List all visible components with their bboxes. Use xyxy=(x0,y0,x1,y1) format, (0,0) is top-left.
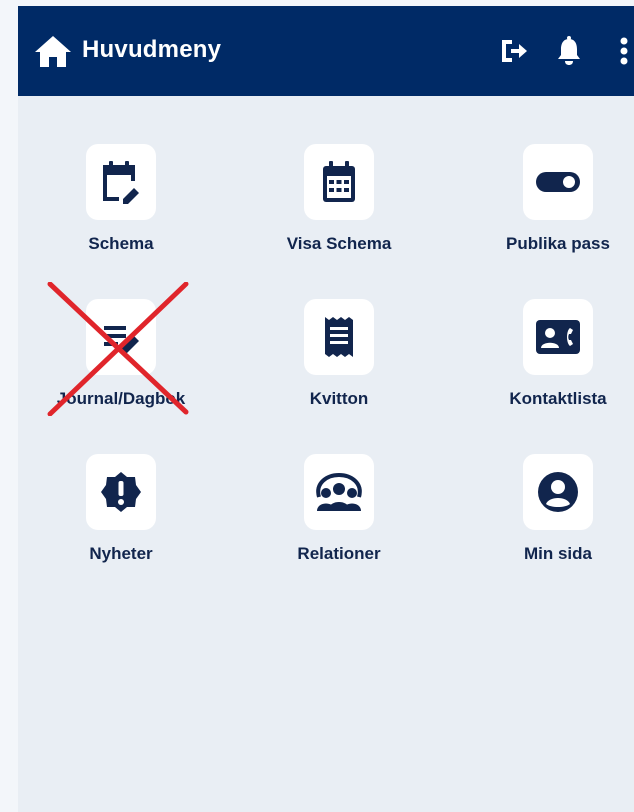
menu-item-label: Kontaktlista xyxy=(509,389,607,408)
calendar-grid-icon xyxy=(304,144,374,220)
menu-item-label: Schema xyxy=(88,234,154,253)
user-circle-icon xyxy=(523,454,593,530)
group-icon xyxy=(304,454,374,530)
menu-item-relationer[interactable]: Relationer xyxy=(236,454,436,594)
menu-item-label: Min sida xyxy=(523,544,592,563)
logout-icon xyxy=(502,40,527,62)
menu-item-label: Kvitton xyxy=(309,389,369,408)
menu-item-label: Nyheter xyxy=(89,544,153,563)
more-vertical-icon xyxy=(620,37,628,65)
menu-item-publika-pass[interactable]: Publika pass xyxy=(455,144,634,284)
menu-item-kvitton[interactable]: Kvitton xyxy=(236,299,436,439)
note-edit-icon xyxy=(86,299,156,375)
menu-item-journal-dagbok[interactable]: Journal/Dagbok xyxy=(18,299,218,439)
menu-item-nyheter[interactable]: Nyheter xyxy=(18,454,218,594)
receipt-icon xyxy=(304,299,374,375)
more-options-button[interactable] xyxy=(614,34,634,68)
menu-item-schema[interactable]: Schema xyxy=(18,144,218,284)
home-icon[interactable] xyxy=(33,34,73,68)
menu-item-label: Journal/Dagbok xyxy=(56,389,186,408)
logout-button[interactable] xyxy=(498,34,530,68)
top-app-bar: Huvudmeny xyxy=(18,6,634,96)
menu-item-kontaktlista[interactable]: Kontaktlista xyxy=(455,299,634,439)
contact-card-icon xyxy=(523,299,593,375)
toggle-icon xyxy=(523,144,593,220)
app-frame: Huvudmeny Schema Visa Schema Publika pas… xyxy=(18,6,634,812)
menu-item-label: Visa Schema xyxy=(286,234,392,253)
calendar-edit-icon xyxy=(86,144,156,220)
alert-badge-icon xyxy=(86,454,156,530)
bell-icon xyxy=(558,36,580,65)
notifications-button[interactable] xyxy=(555,34,583,68)
menu-item-min-sida[interactable]: Min sida xyxy=(455,454,634,594)
menu-item-label: Publika pass xyxy=(506,234,610,253)
menu-item-visa-schema[interactable]: Visa Schema xyxy=(236,144,436,284)
menu-item-label: Relationer xyxy=(297,544,381,563)
page-title: Huvudmeny xyxy=(82,36,222,63)
